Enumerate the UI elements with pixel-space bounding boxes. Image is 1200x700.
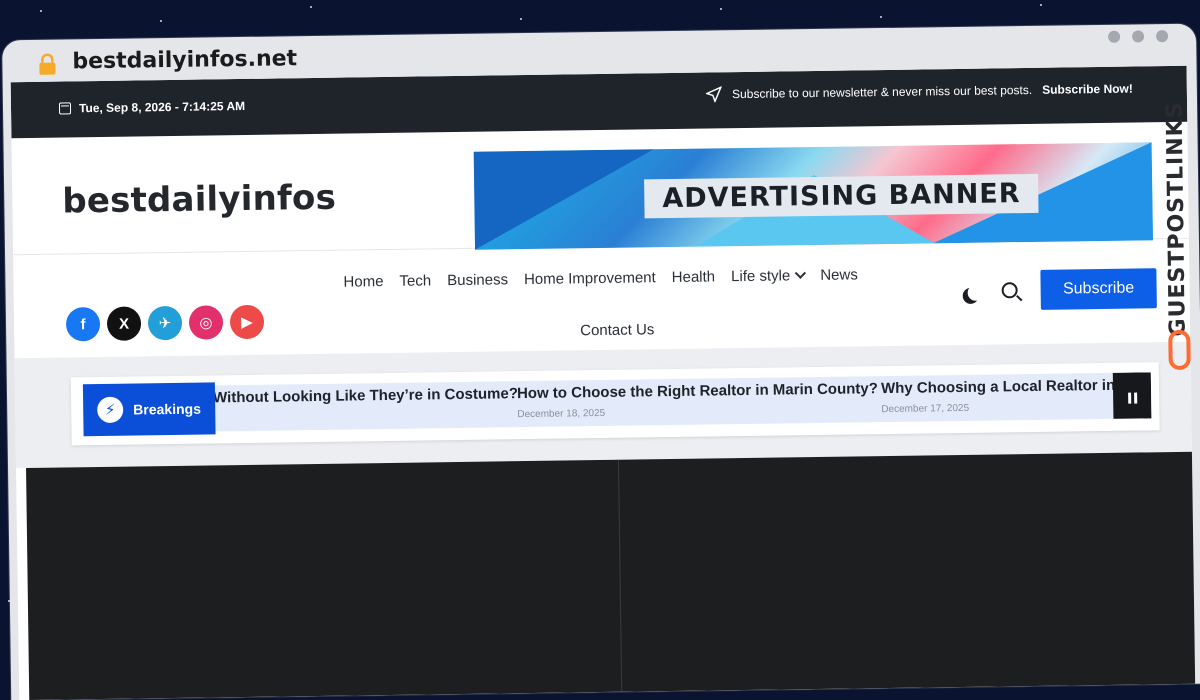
social-links: f X ✈ ◎ ▶ xyxy=(65,304,265,342)
window-dot[interactable] xyxy=(1108,30,1121,43)
instagram-icon[interactable]: ◎ xyxy=(188,305,224,340)
watermark-text: GUESTPOSTLINKS xyxy=(1162,101,1191,337)
window-dot[interactable] xyxy=(1132,30,1145,43)
newsletter-text: Subscribe to our newsletter & never miss… xyxy=(731,82,1033,102)
watermark-logo-icon xyxy=(1168,329,1191,371)
ticker-headline[interactable]: How to Choose the Right Realtor in Marin… xyxy=(517,380,878,402)
nav-contact-us[interactable]: Contact Us xyxy=(580,321,654,339)
breakings-text: Breakings xyxy=(133,400,202,418)
column-divider xyxy=(617,459,623,700)
lock-icon xyxy=(39,53,56,75)
facebook-icon[interactable]: f xyxy=(65,306,101,342)
nav-health[interactable]: Health xyxy=(672,268,716,286)
nav-home-improvement[interactable]: Home Improvement xyxy=(524,269,656,288)
window-dot[interactable] xyxy=(1156,30,1169,43)
ad-label: ADVERTISING BANNER xyxy=(644,173,1039,219)
date-text: Tue, Sep 8, 2026 - 7:14:25 AM xyxy=(78,98,246,116)
bolt-icon: ⚡ xyxy=(97,396,124,424)
youtube-icon[interactable]: ▶ xyxy=(229,304,265,340)
nav-life-style-label: Life style xyxy=(730,267,791,286)
content-area-dark xyxy=(26,451,1196,700)
url-text[interactable]: bestdailyinfos.net xyxy=(72,46,297,74)
subscribe-button[interactable]: Subscribe xyxy=(1040,268,1157,310)
nav-tech[interactable]: Tech xyxy=(399,272,431,289)
breaking-news-box: Without Looking Like They’re in Costume?… xyxy=(70,362,1160,446)
x-twitter-icon[interactable]: X xyxy=(106,306,142,341)
nav-life-style[interactable]: Life style xyxy=(730,267,806,286)
nav-business[interactable]: Business xyxy=(447,271,508,289)
guestpostlinks-watermark: GUESTPOSTLINKS xyxy=(1163,84,1197,384)
search-icon[interactable] xyxy=(1001,282,1018,299)
breakings-label: ⚡ Breakings xyxy=(82,382,216,437)
main-menu: Home Tech Business Home Improvement Heal… xyxy=(343,266,903,339)
telegram-icon[interactable]: ✈ xyxy=(147,305,183,341)
ticker-headline[interactable]: Without Looking Like They’re in Costume? xyxy=(213,385,518,406)
send-icon xyxy=(705,86,723,103)
site-logo[interactable]: bestdailyinfos xyxy=(62,178,336,222)
navigation-row: f X ✈ ◎ ▶ Home Tech Business Home Improv… xyxy=(13,238,1190,358)
breaking-news-ticker: Without Looking Like They’re in Costume?… xyxy=(82,372,1152,434)
site-header: bestdailyinfos ADVERTISING BANNER xyxy=(11,121,1189,256)
date-display: Tue, Sep 8, 2026 - 7:14:25 AM xyxy=(58,98,246,116)
nav-home[interactable]: Home xyxy=(343,273,383,291)
pause-button[interactable] xyxy=(1112,372,1152,423)
chevron-down-icon xyxy=(794,267,806,279)
dark-mode-icon[interactable] xyxy=(968,285,984,301)
breaking-news-section: Without Looking Like They’re in Costume?… xyxy=(14,341,1192,469)
window-controls xyxy=(1108,30,1169,43)
nav-news[interactable]: News xyxy=(820,266,858,284)
ticker-headline[interactable]: Why Choosing a Local Realtor in M xyxy=(881,377,1132,398)
ticker-date: December 18, 2025 xyxy=(517,407,606,421)
webpage: Tue, Sep 8, 2026 - 7:14:25 AM Subscribe … xyxy=(10,65,1196,700)
calendar-icon xyxy=(58,102,72,115)
newsletter-promo: Subscribe to our newsletter & never miss… xyxy=(705,81,1133,103)
subscribe-now-link[interactable]: Subscribe Now! xyxy=(1042,82,1133,97)
browser-window: bestdailyinfos.net Tue, Sep 8, 2026 - 7:… xyxy=(2,23,1200,700)
advertising-banner[interactable]: ADVERTISING BANNER xyxy=(473,142,1153,250)
ticker-date: December 17, 2025 xyxy=(881,402,970,416)
